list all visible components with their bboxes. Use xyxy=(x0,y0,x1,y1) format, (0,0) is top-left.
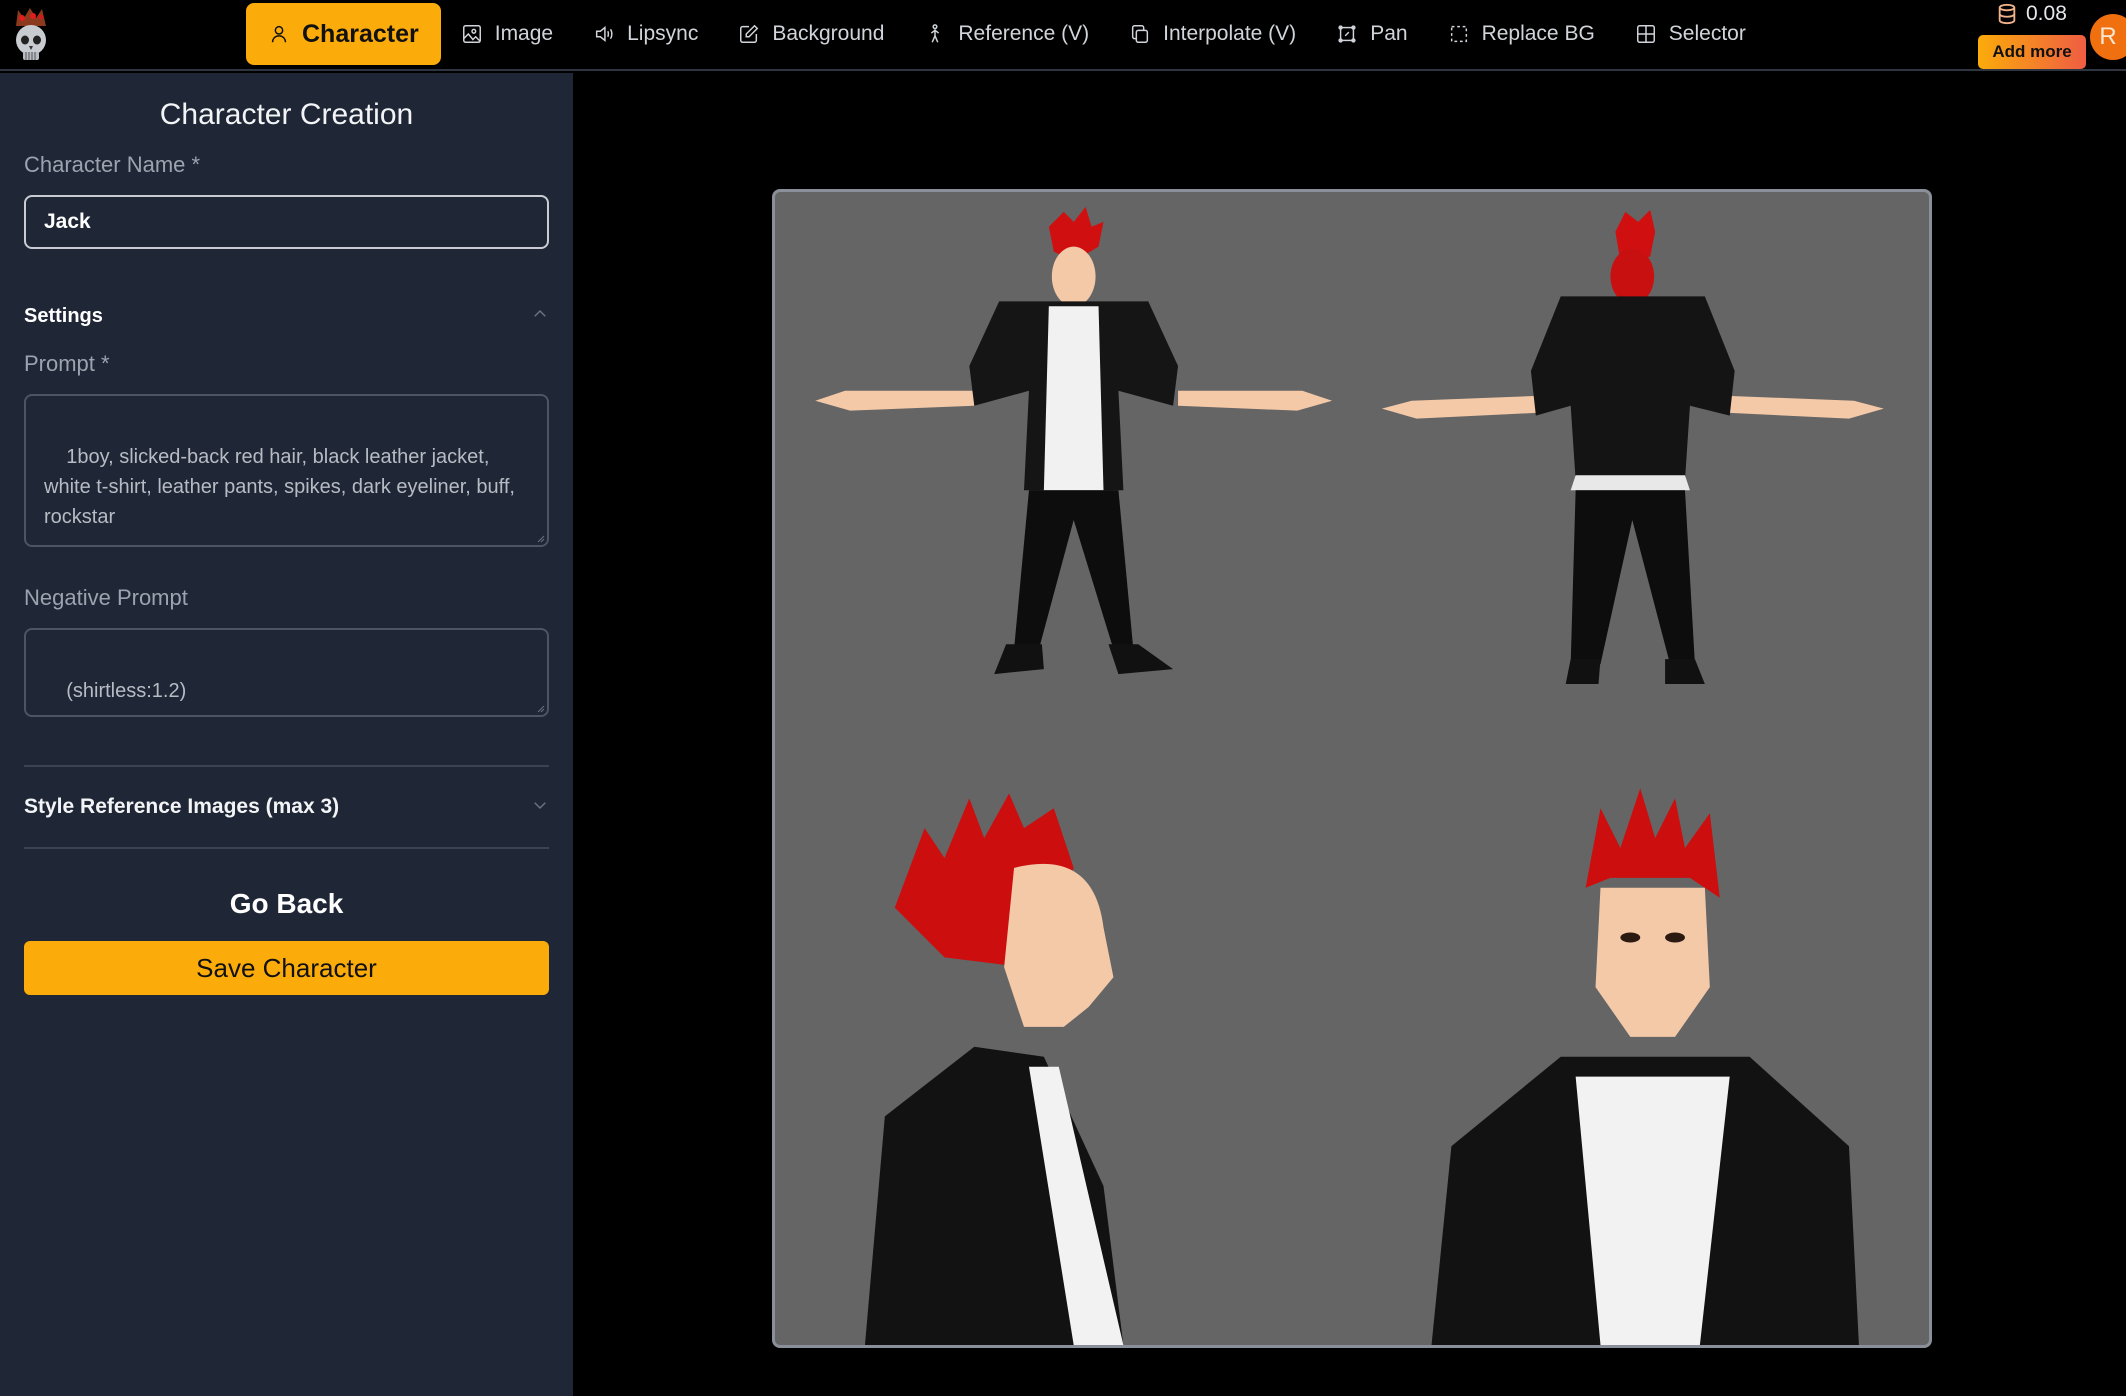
walking-person-icon xyxy=(924,23,946,45)
character-name-label: Character Name * xyxy=(24,152,201,177)
prompt-text: 1boy, slicked-back red hair, black leath… xyxy=(44,446,521,528)
frame-icon xyxy=(1336,23,1358,45)
style-reference-heading: Style Reference Images (max 3) xyxy=(24,795,340,818)
save-character-button[interactable]: Save Character xyxy=(24,941,549,995)
tab-interpolate[interactable]: Interpolate (V) xyxy=(1109,3,1316,65)
top-navigation-bar: Character Image Lipsync Background Refer… xyxy=(0,0,2126,71)
character-sheet-image[interactable] xyxy=(772,189,1932,1348)
preview-area xyxy=(573,73,2126,1396)
tab-lipsync[interactable]: Lipsync xyxy=(573,3,718,65)
tab-background[interactable]: Background xyxy=(718,3,904,65)
app-logo[interactable] xyxy=(6,4,56,66)
tab-label: Lipsync xyxy=(627,22,699,45)
panel-title: Character Creation xyxy=(159,98,414,131)
dashed-select-icon xyxy=(1448,23,1470,45)
prompt-textarea[interactable]: 1boy, slicked-back red hair, black leath… xyxy=(24,394,549,547)
crowned-skull-icon xyxy=(16,8,46,60)
speaker-icon xyxy=(593,23,615,45)
side-profile-portrait xyxy=(864,793,1124,1345)
tab-label: Image xyxy=(494,22,554,45)
credit-amount: 0.08 xyxy=(2026,2,2067,25)
tab-character[interactable]: Character xyxy=(246,3,441,65)
image-icon xyxy=(461,23,483,45)
tab-replace-bg[interactable]: Replace BG xyxy=(1428,3,1615,65)
copy-icon xyxy=(1129,23,1151,45)
tab-label: Character xyxy=(302,19,419,48)
divider xyxy=(24,847,549,849)
character-sheet-illustration xyxy=(815,206,1884,1345)
chevron-down-icon xyxy=(531,796,549,819)
character-creation-panel: Character Creation Character Name * Jack… xyxy=(0,73,573,1396)
negative-prompt-text: (shirtless:1.2) xyxy=(66,680,187,702)
resize-handle-icon[interactable] xyxy=(535,533,545,543)
add-more-credits-button[interactable]: Add more xyxy=(1978,35,2086,69)
coins-stack-icon xyxy=(1998,3,2016,25)
tab-label: Replace BG xyxy=(1481,22,1595,45)
tab-reference[interactable]: Reference (V) xyxy=(904,3,1109,65)
settings-section-toggle[interactable]: Settings xyxy=(24,301,549,331)
front-portrait xyxy=(1431,788,1859,1345)
user-avatar[interactable]: R xyxy=(2090,14,2126,60)
credit-balance: 0.08 xyxy=(1996,2,2067,26)
chevron-up-icon xyxy=(531,305,549,328)
grid-icon xyxy=(1635,23,1657,45)
front-view-figure xyxy=(815,206,1333,675)
main-tabs: Character Image Lipsync Background Refer… xyxy=(246,3,1766,65)
tab-label: Pan xyxy=(1370,22,1408,45)
tab-selector[interactable]: Selector xyxy=(1615,3,1766,65)
tab-image[interactable]: Image xyxy=(441,3,573,65)
tab-label: Selector xyxy=(1668,22,1746,45)
go-back-button[interactable]: Go Back xyxy=(24,884,549,924)
tab-label: Reference (V) xyxy=(958,22,1090,45)
edit-icon xyxy=(738,23,760,45)
tab-label: Background xyxy=(772,22,885,45)
tab-pan[interactable]: Pan xyxy=(1316,3,1427,65)
tab-label: Interpolate (V) xyxy=(1163,22,1297,45)
negative-prompt-label: Negative Prompt xyxy=(24,585,188,610)
user-icon xyxy=(268,23,290,45)
settings-heading: Settings xyxy=(24,304,103,327)
back-view-figure xyxy=(1381,209,1884,685)
style-reference-toggle[interactable]: Style Reference Images (max 3) xyxy=(24,767,549,847)
resize-handle-icon[interactable] xyxy=(535,703,545,713)
negative-prompt-textarea[interactable]: (shirtless:1.2) xyxy=(24,628,549,717)
prompt-label: Prompt * xyxy=(24,351,110,376)
character-name-input[interactable]: Jack xyxy=(24,195,549,249)
